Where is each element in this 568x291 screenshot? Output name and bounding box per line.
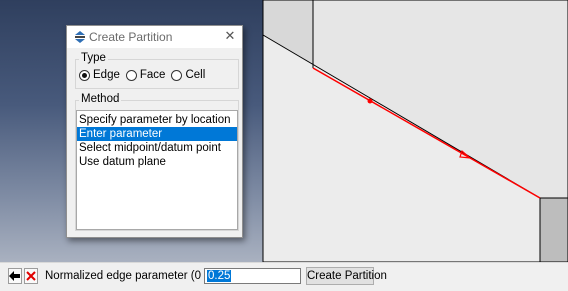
cancel-button[interactable] (24, 268, 38, 284)
edge-parameter-input[interactable]: 0.25 (204, 268, 301, 284)
edge-parameter-value[interactable]: 0.25 (207, 270, 232, 282)
red-x-icon (26, 271, 36, 281)
type-radio-group: Edge Face Cell (79, 69, 205, 81)
create-partition-button[interactable]: Create Partition (306, 267, 387, 285)
method-list[interactable]: Specify parameter by location Enter para… (76, 110, 238, 230)
back-button[interactable] (8, 268, 22, 284)
method-group: Method Specify parameter by location Ent… (75, 93, 239, 231)
type-group-title: Type (79, 52, 108, 64)
radio-cell-indicator[interactable] (171, 69, 183, 81)
radio-face-indicator[interactable] (125, 69, 137, 81)
dialog-titlebar[interactable]: Create Partition ✕ (67, 26, 242, 48)
radio-cell-label: Cell (185, 69, 206, 81)
radio-face[interactable]: Face (125, 69, 166, 81)
radio-edge-indicator[interactable] (79, 69, 90, 81)
left-arrow-icon (9, 271, 20, 281)
method-item-use-datum-plane[interactable]: Use datum plane (77, 155, 237, 169)
radio-face-label: Face (139, 69, 166, 81)
partition-point-marker (367, 98, 373, 104)
create-partition-dialog: Create Partition ✕ Type Edge Face Cell M… (66, 25, 243, 238)
radio-edge-label: Edge (93, 69, 120, 81)
side-face[interactable] (539, 197, 568, 262)
method-item-select-midpoint[interactable]: Select midpoint/datum point (77, 141, 237, 155)
close-icon[interactable]: ✕ (224, 29, 236, 43)
method-group-title: Method (79, 93, 122, 105)
radio-cell[interactable]: Cell (171, 69, 205, 81)
method-item-enter-parameter[interactable]: Enter parameter (77, 127, 237, 141)
radio-edge[interactable]: Edge (79, 69, 120, 81)
partition-tool-icon (75, 31, 85, 43)
type-group: Type Edge Face Cell (75, 52, 239, 89)
method-item-specify-by-location[interactable]: Specify parameter by location (77, 113, 237, 127)
prompt-area: Normalized edge parameter (0 < t < 1): 0… (0, 262, 568, 291)
dialog-title: Create Partition (89, 30, 173, 44)
